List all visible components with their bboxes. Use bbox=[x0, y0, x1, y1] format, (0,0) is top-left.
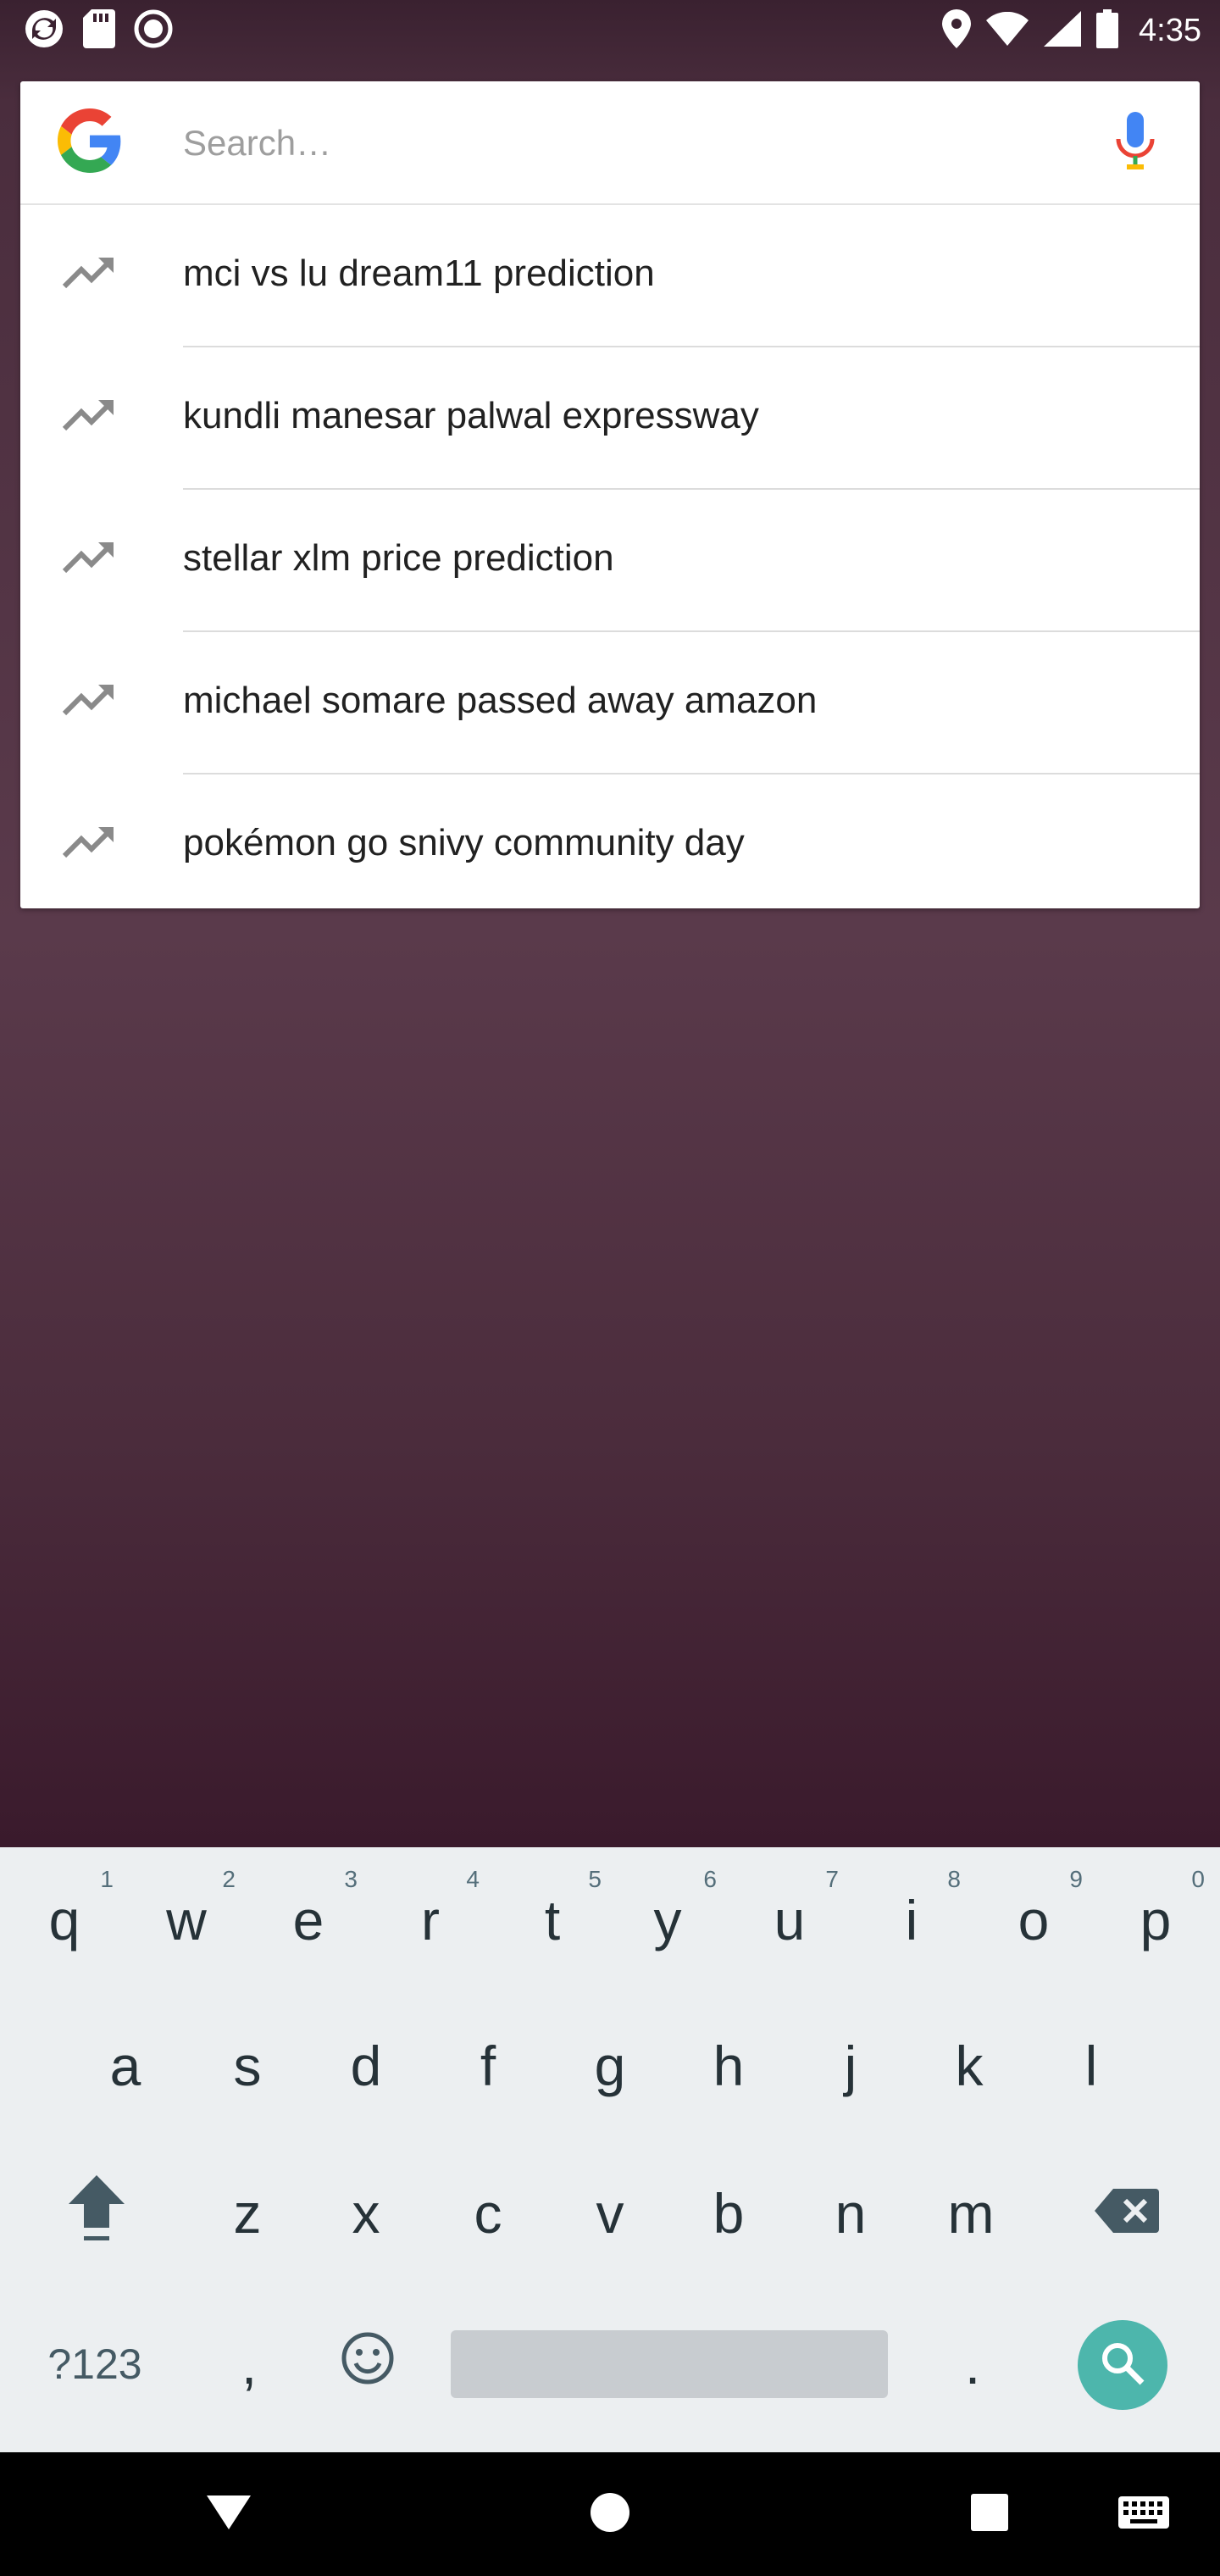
key-e[interactable]: e3 bbox=[247, 1847, 369, 1993]
recents-button[interactable] bbox=[947, 2452, 1032, 2576]
backspace-icon bbox=[1095, 2181, 1159, 2246]
search-icon bbox=[1100, 2340, 1145, 2390]
suggestion-text: kundli manesar palwal expressway bbox=[183, 395, 759, 436]
key-g[interactable]: g bbox=[549, 1993, 671, 2139]
key-d[interactable]: d bbox=[305, 1993, 427, 2139]
suggestion-text: stellar xlm price prediction bbox=[183, 537, 614, 579]
search-panel: mci vs lu dream11 prediction kundli mane… bbox=[20, 81, 1200, 908]
trending-icon bbox=[61, 825, 117, 859]
key-h[interactable]: h bbox=[668, 1993, 790, 2139]
google-logo-icon bbox=[58, 108, 122, 173]
spacebar[interactable] bbox=[451, 2330, 888, 2398]
trending-icon bbox=[61, 256, 117, 290]
suggestion-list: mci vs lu dream11 prediction kundli mane… bbox=[20, 205, 1200, 908]
key-t[interactable]: t5 bbox=[491, 1847, 613, 1993]
symbols-key[interactable]: ?123 bbox=[17, 2291, 173, 2437]
key-c[interactable]: c bbox=[427, 2140, 549, 2286]
shift-icon bbox=[67, 2172, 126, 2256]
signal-icon bbox=[1044, 10, 1082, 51]
navigation-bar bbox=[0, 2452, 1220, 2576]
suggestion-text: pokémon go snivy community day bbox=[183, 822, 745, 863]
home-circle-icon bbox=[590, 2492, 630, 2537]
keyboard-row-3: z x c v b n m bbox=[0, 2140, 1220, 2286]
suggestion-item[interactable]: stellar xlm price prediction bbox=[20, 490, 1200, 632]
key-p[interactable]: p0 bbox=[1095, 1847, 1217, 1993]
period-key[interactable]: . bbox=[912, 2291, 1034, 2437]
key-b[interactable]: b bbox=[668, 2140, 790, 2286]
key-l[interactable]: l bbox=[1030, 1993, 1152, 2139]
key-y[interactable]: y6 bbox=[607, 1847, 729, 1993]
key-a[interactable]: a bbox=[64, 1993, 186, 2139]
key-w[interactable]: w2 bbox=[125, 1847, 247, 1993]
trending-icon bbox=[61, 541, 117, 575]
key-n[interactable]: n bbox=[790, 2140, 912, 2286]
keyboard: q1 w2 e3 r4 t5 y6 u7 i8 o9 p0 a s d f g … bbox=[0, 1847, 1220, 2452]
back-triangle-icon bbox=[207, 2495, 251, 2534]
keyboard-switch-button[interactable] bbox=[1101, 2452, 1186, 2576]
key-f[interactable]: f bbox=[427, 1993, 549, 2139]
emoji-key[interactable] bbox=[308, 2291, 427, 2437]
search-bar bbox=[20, 81, 1200, 205]
key-z[interactable]: z bbox=[186, 2140, 308, 2286]
keyboard-row-2: a s d f g h j k l bbox=[0, 1993, 1220, 2139]
sd-card-icon bbox=[83, 8, 115, 53]
key-o[interactable]: o9 bbox=[973, 1847, 1095, 1993]
status-bar: 4:35 bbox=[0, 0, 1220, 61]
keyboard-row-1: q1 w2 e3 r4 t5 y6 u7 i8 o9 p0 bbox=[0, 1847, 1220, 1993]
record-icon bbox=[134, 9, 173, 53]
keyboard-icon bbox=[1118, 2496, 1169, 2533]
backspace-key[interactable] bbox=[1064, 2140, 1190, 2286]
key-q[interactable]: q1 bbox=[3, 1847, 125, 1993]
suggestion-text: michael somare passed away amazon bbox=[183, 680, 818, 721]
shift-key[interactable] bbox=[37, 2140, 156, 2286]
search-input[interactable] bbox=[181, 115, 1049, 171]
battery-icon bbox=[1096, 8, 1119, 53]
emoji-icon bbox=[341, 2331, 395, 2398]
key-m[interactable]: m bbox=[908, 2140, 1034, 2286]
key-s[interactable]: s bbox=[186, 1993, 308, 2139]
location-icon bbox=[942, 8, 972, 53]
key-k[interactable]: k bbox=[908, 1993, 1030, 2139]
suggestion-item[interactable]: michael somare passed away amazon bbox=[20, 632, 1200, 774]
wifi-icon bbox=[986, 11, 1029, 50]
search-action-key[interactable] bbox=[1078, 2320, 1167, 2410]
trending-icon bbox=[61, 683, 117, 717]
back-button[interactable] bbox=[186, 2452, 271, 2576]
suggestion-item[interactable]: mci vs lu dream11 prediction bbox=[20, 205, 1200, 347]
key-u[interactable]: u7 bbox=[729, 1847, 851, 1993]
comma-key[interactable]: , bbox=[190, 2291, 308, 2437]
key-r[interactable]: r4 bbox=[369, 1847, 491, 1993]
trending-icon bbox=[61, 398, 117, 432]
clock: 4:35 bbox=[1139, 12, 1201, 48]
suggestion-text: mci vs lu dream11 prediction bbox=[183, 253, 655, 294]
key-v[interactable]: v bbox=[549, 2140, 671, 2286]
suggestion-item[interactable]: pokémon go snivy community day bbox=[20, 774, 1200, 908]
suggestion-item[interactable]: kundli manesar palwal expressway bbox=[20, 347, 1200, 490]
key-i[interactable]: i8 bbox=[851, 1847, 973, 1993]
home-button[interactable] bbox=[568, 2452, 652, 2576]
recents-square-icon bbox=[971, 2493, 1008, 2535]
key-j[interactable]: j bbox=[790, 1993, 912, 2139]
sync-icon bbox=[24, 8, 64, 53]
key-x[interactable]: x bbox=[305, 2140, 427, 2286]
microphone-icon[interactable] bbox=[1112, 112, 1159, 173]
